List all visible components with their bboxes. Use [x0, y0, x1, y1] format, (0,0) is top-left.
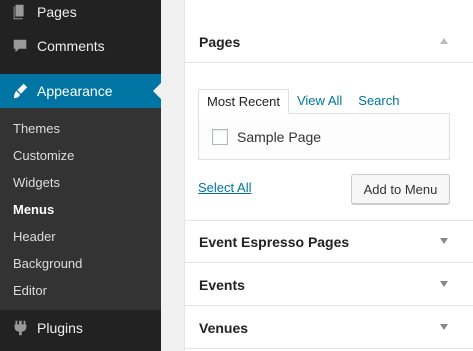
submenu-item-editor[interactable]: Editor	[13, 283, 47, 298]
submenu-item-themes[interactable]: Themes	[13, 121, 60, 136]
submenu-item-customize[interactable]: Customize	[13, 148, 74, 163]
expand-arrow-icon[interactable]	[440, 281, 448, 287]
submenu-item-background[interactable]: Background	[13, 256, 82, 271]
paintbrush-icon	[10, 81, 30, 101]
wp-admin-menus-screen: Pages Comments Appearance Themes Customi…	[0, 0, 473, 351]
venues-section-header[interactable]: Venues	[185, 307, 473, 349]
sidebar-item-label: Pages	[37, 4, 77, 20]
page-label: Sample Page	[237, 129, 322, 145]
plug-icon	[10, 318, 30, 338]
sidebar-item-pages[interactable]: Pages	[0, 0, 161, 29]
events-section-header[interactable]: Events	[185, 264, 473, 306]
sidebar-item-appearance[interactable]: Appearance	[0, 74, 161, 108]
tab-search[interactable]: Search	[350, 89, 407, 114]
tab-most-recent[interactable]: Most Recent	[198, 89, 289, 114]
event-espresso-pages-section-header[interactable]: Event Espresso Pages	[185, 221, 473, 263]
menu-items-accordion: Pages Most Recent View All Search Sample…	[184, 0, 473, 351]
current-menu-arrow	[153, 83, 161, 99]
pages-section-body: Most Recent View All Search Sample Page …	[185, 64, 473, 221]
admin-sidebar: Pages Comments Appearance Themes Customi…	[0, 0, 161, 351]
sidebar-item-label: Comments	[37, 38, 105, 54]
section-title: Pages	[199, 33, 241, 50]
collapse-arrow-icon[interactable]	[440, 38, 448, 44]
pages-section-header[interactable]: Pages	[185, 21, 473, 63]
comments-icon	[10, 36, 30, 56]
submenu-item-menus[interactable]: Menus	[13, 202, 54, 217]
section-title: Events	[199, 276, 245, 293]
pages-icon	[10, 2, 30, 22]
appearance-submenu: Themes Customize Widgets Menus Header Ba…	[0, 108, 161, 310]
section-title: Event Espresso Pages	[199, 233, 350, 250]
sidebar-item-comments[interactable]: Comments	[0, 29, 161, 63]
select-all-link[interactable]: Select All	[198, 180, 251, 195]
page-checkbox[interactable]	[212, 129, 228, 145]
expand-arrow-icon[interactable]	[440, 324, 448, 330]
submenu-item-header[interactable]: Header	[13, 229, 56, 244]
submenu-item-widgets[interactable]: Widgets	[13, 175, 60, 190]
tab-panel: Sample Page	[198, 113, 450, 160]
tab-view-all[interactable]: View All	[289, 89, 350, 114]
pages-tabs: Most Recent View All Search	[198, 89, 407, 114]
sidebar-item-plugins[interactable]: Plugins	[0, 311, 161, 345]
sidebar-item-label: Appearance	[37, 83, 113, 99]
list-item[interactable]: Sample Page	[212, 129, 321, 145]
add-to-menu-button[interactable]: Add to Menu	[351, 174, 450, 204]
sidebar-item-label: Plugins	[37, 320, 83, 336]
expand-arrow-icon[interactable]	[440, 238, 448, 244]
section-title: Venues	[199, 319, 249, 336]
